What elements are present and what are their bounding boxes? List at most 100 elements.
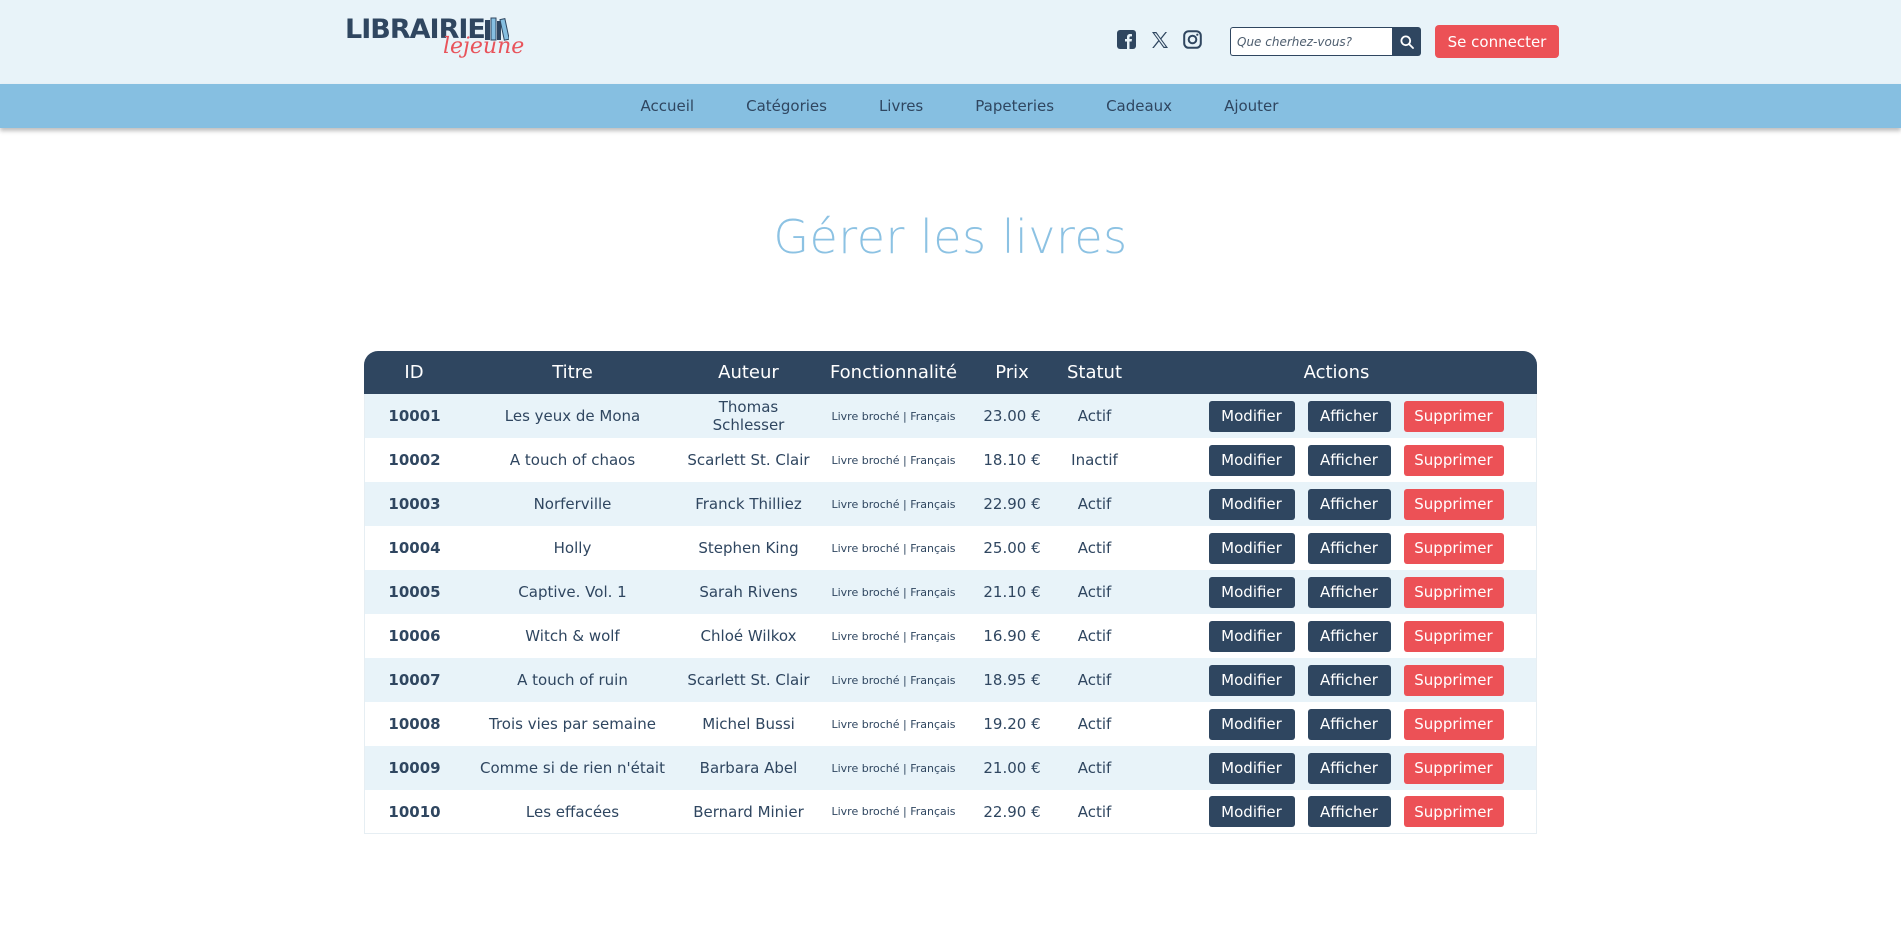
cell-status: Actif (1053, 614, 1136, 658)
cell-feature: Livre broché | Français (816, 570, 971, 614)
cell-actions: Modifier Afficher Supprimer (1136, 702, 1537, 746)
nav-item-accueil[interactable]: Accueil (615, 97, 721, 115)
edit-button[interactable]: Modifier (1208, 620, 1295, 652)
view-button[interactable]: Afficher (1307, 620, 1391, 652)
cell-status: Actif (1053, 526, 1136, 570)
cell-author: Sarah Rivens (681, 570, 816, 614)
cell-title: Holly (464, 526, 681, 570)
cell-title: Witch & wolf (464, 614, 681, 658)
view-button[interactable]: Afficher (1307, 532, 1391, 564)
nav-item-ajouter[interactable]: Ajouter (1198, 97, 1304, 115)
edit-button[interactable]: Modifier (1208, 796, 1295, 827)
row-actions: Modifier Afficher Supprimer (1136, 444, 1536, 476)
cell-price: 23.00 € (971, 394, 1053, 438)
search-input[interactable] (1230, 27, 1392, 56)
cell-status: Actif (1053, 570, 1136, 614)
nav-item-livres[interactable]: Livres (853, 97, 949, 115)
books-icon (485, 17, 509, 41)
facebook-icon[interactable] (1116, 29, 1137, 50)
edit-button[interactable]: Modifier (1208, 576, 1295, 608)
view-button[interactable]: Afficher (1307, 444, 1391, 476)
cell-feature: Livre broché | Français (816, 702, 971, 746)
view-button[interactable]: Afficher (1307, 576, 1391, 608)
cell-feature: Livre broché | Français (816, 482, 971, 526)
cell-actions: Modifier Afficher Supprimer (1136, 790, 1537, 834)
search-icon (1400, 35, 1414, 49)
cell-id: 10004 (364, 526, 464, 570)
cell-price: 19.20 € (971, 702, 1053, 746)
row-actions: Modifier Afficher Supprimer (1136, 620, 1536, 652)
edit-button[interactable]: Modifier (1208, 400, 1295, 432)
cell-id: 10007 (364, 658, 464, 702)
edit-button[interactable]: Modifier (1208, 444, 1295, 476)
table-row: 10010 Les effacées Bernard Minier Livre bro… (364, 790, 1537, 834)
cell-actions: Modifier Afficher Supprimer (1136, 526, 1537, 570)
cell-actions: Modifier Afficher Supprimer (1136, 482, 1537, 526)
cell-feature: Livre broché | Français (816, 658, 971, 702)
delete-button[interactable]: Supprimer (1403, 400, 1504, 432)
cell-id: 10005 (364, 570, 464, 614)
search-button[interactable] (1392, 27, 1421, 56)
cell-title: Captive. Vol. 1 (464, 570, 681, 614)
x-icon[interactable] (1149, 29, 1170, 50)
site-logo[interactable]: LIBRAIRIE lejeune (345, 14, 524, 64)
search-bar (1230, 27, 1421, 56)
books-table-container: ID Titre Auteur Fonctionnalité Prix Stat… (364, 351, 1537, 834)
cell-feature: Livre broché | Français (816, 790, 971, 834)
nav-item-cadeaux[interactable]: Cadeaux (1080, 97, 1198, 115)
view-button[interactable]: Afficher (1307, 488, 1391, 520)
social-links (1116, 29, 1203, 50)
delete-button[interactable]: Supprimer (1403, 620, 1504, 652)
cell-id: 10008 (364, 702, 464, 746)
delete-button[interactable]: Supprimer (1403, 796, 1504, 827)
edit-button[interactable]: Modifier (1208, 488, 1295, 520)
page-title: Gérer les livres (773, 210, 1128, 264)
edit-button[interactable]: Modifier (1208, 532, 1295, 564)
cell-author: Stephen King (681, 526, 816, 570)
column-header-actions: Actions (1136, 351, 1537, 394)
view-button[interactable]: Afficher (1307, 796, 1391, 827)
delete-button[interactable]: Supprimer (1403, 576, 1504, 608)
cell-actions: Modifier Afficher Supprimer (1136, 570, 1537, 614)
cell-title: Trois vies par semaine (464, 702, 681, 746)
delete-button[interactable]: Supprimer (1403, 708, 1504, 740)
table-row: 10002 A touch of chaos Scarlett St. Clair L… (364, 438, 1537, 482)
edit-button[interactable]: Modifier (1208, 708, 1295, 740)
cell-price: 25.00 € (971, 526, 1053, 570)
main-nav: Accueil Catégories Livres Papeteries Cad… (0, 84, 1901, 128)
cell-actions: Modifier Afficher Supprimer (1136, 746, 1537, 790)
column-header-title[interactable]: Titre (464, 351, 681, 394)
cell-price: 22.90 € (971, 790, 1053, 834)
view-button[interactable]: Afficher (1307, 708, 1391, 740)
delete-button[interactable]: Supprimer (1403, 444, 1504, 476)
nav-item-categories[interactable]: Catégories (720, 97, 853, 115)
table-row: 10009 Comme si de rien n'était Barbara Abe… (364, 746, 1537, 790)
row-actions: Modifier Afficher Supprimer (1136, 576, 1536, 608)
cell-title: Les yeux de Mona (464, 394, 681, 438)
delete-button[interactable]: Supprimer (1403, 532, 1504, 564)
books-table: ID Titre Auteur Fonctionnalité Prix Stat… (364, 351, 1537, 834)
column-header-feature[interactable]: Fonctionnalité (816, 351, 971, 394)
cell-actions: Modifier Afficher Supprimer (1136, 394, 1537, 438)
delete-button[interactable]: Supprimer (1403, 752, 1504, 784)
cell-author: Barbara Abel (681, 746, 816, 790)
column-header-status[interactable]: Statut (1053, 351, 1136, 394)
cell-author: Thomas Schlesser (681, 394, 816, 438)
view-button[interactable]: Afficher (1307, 664, 1391, 696)
edit-button[interactable]: Modifier (1208, 664, 1295, 696)
edit-button[interactable]: Modifier (1208, 752, 1295, 784)
column-header-author[interactable]: Auteur (681, 351, 816, 394)
nav-item-papeteries[interactable]: Papeteries (949, 97, 1080, 115)
column-header-price[interactable]: Prix (971, 351, 1053, 394)
view-button[interactable]: Afficher (1307, 400, 1391, 432)
row-actions: Modifier Afficher Supprimer (1136, 400, 1536, 432)
cell-price: 21.00 € (971, 746, 1053, 790)
cell-price: 16.90 € (971, 614, 1053, 658)
delete-button[interactable]: Supprimer (1403, 488, 1504, 520)
instagram-icon[interactable] (1182, 29, 1203, 50)
table-body: 10001 Les yeux de Mona Thomas Schlesser Liv… (364, 394, 1537, 834)
column-header-id[interactable]: ID (364, 351, 464, 394)
view-button[interactable]: Afficher (1307, 752, 1391, 784)
delete-button[interactable]: Supprimer (1403, 664, 1504, 696)
login-button[interactable]: Se connecter (1435, 25, 1559, 58)
